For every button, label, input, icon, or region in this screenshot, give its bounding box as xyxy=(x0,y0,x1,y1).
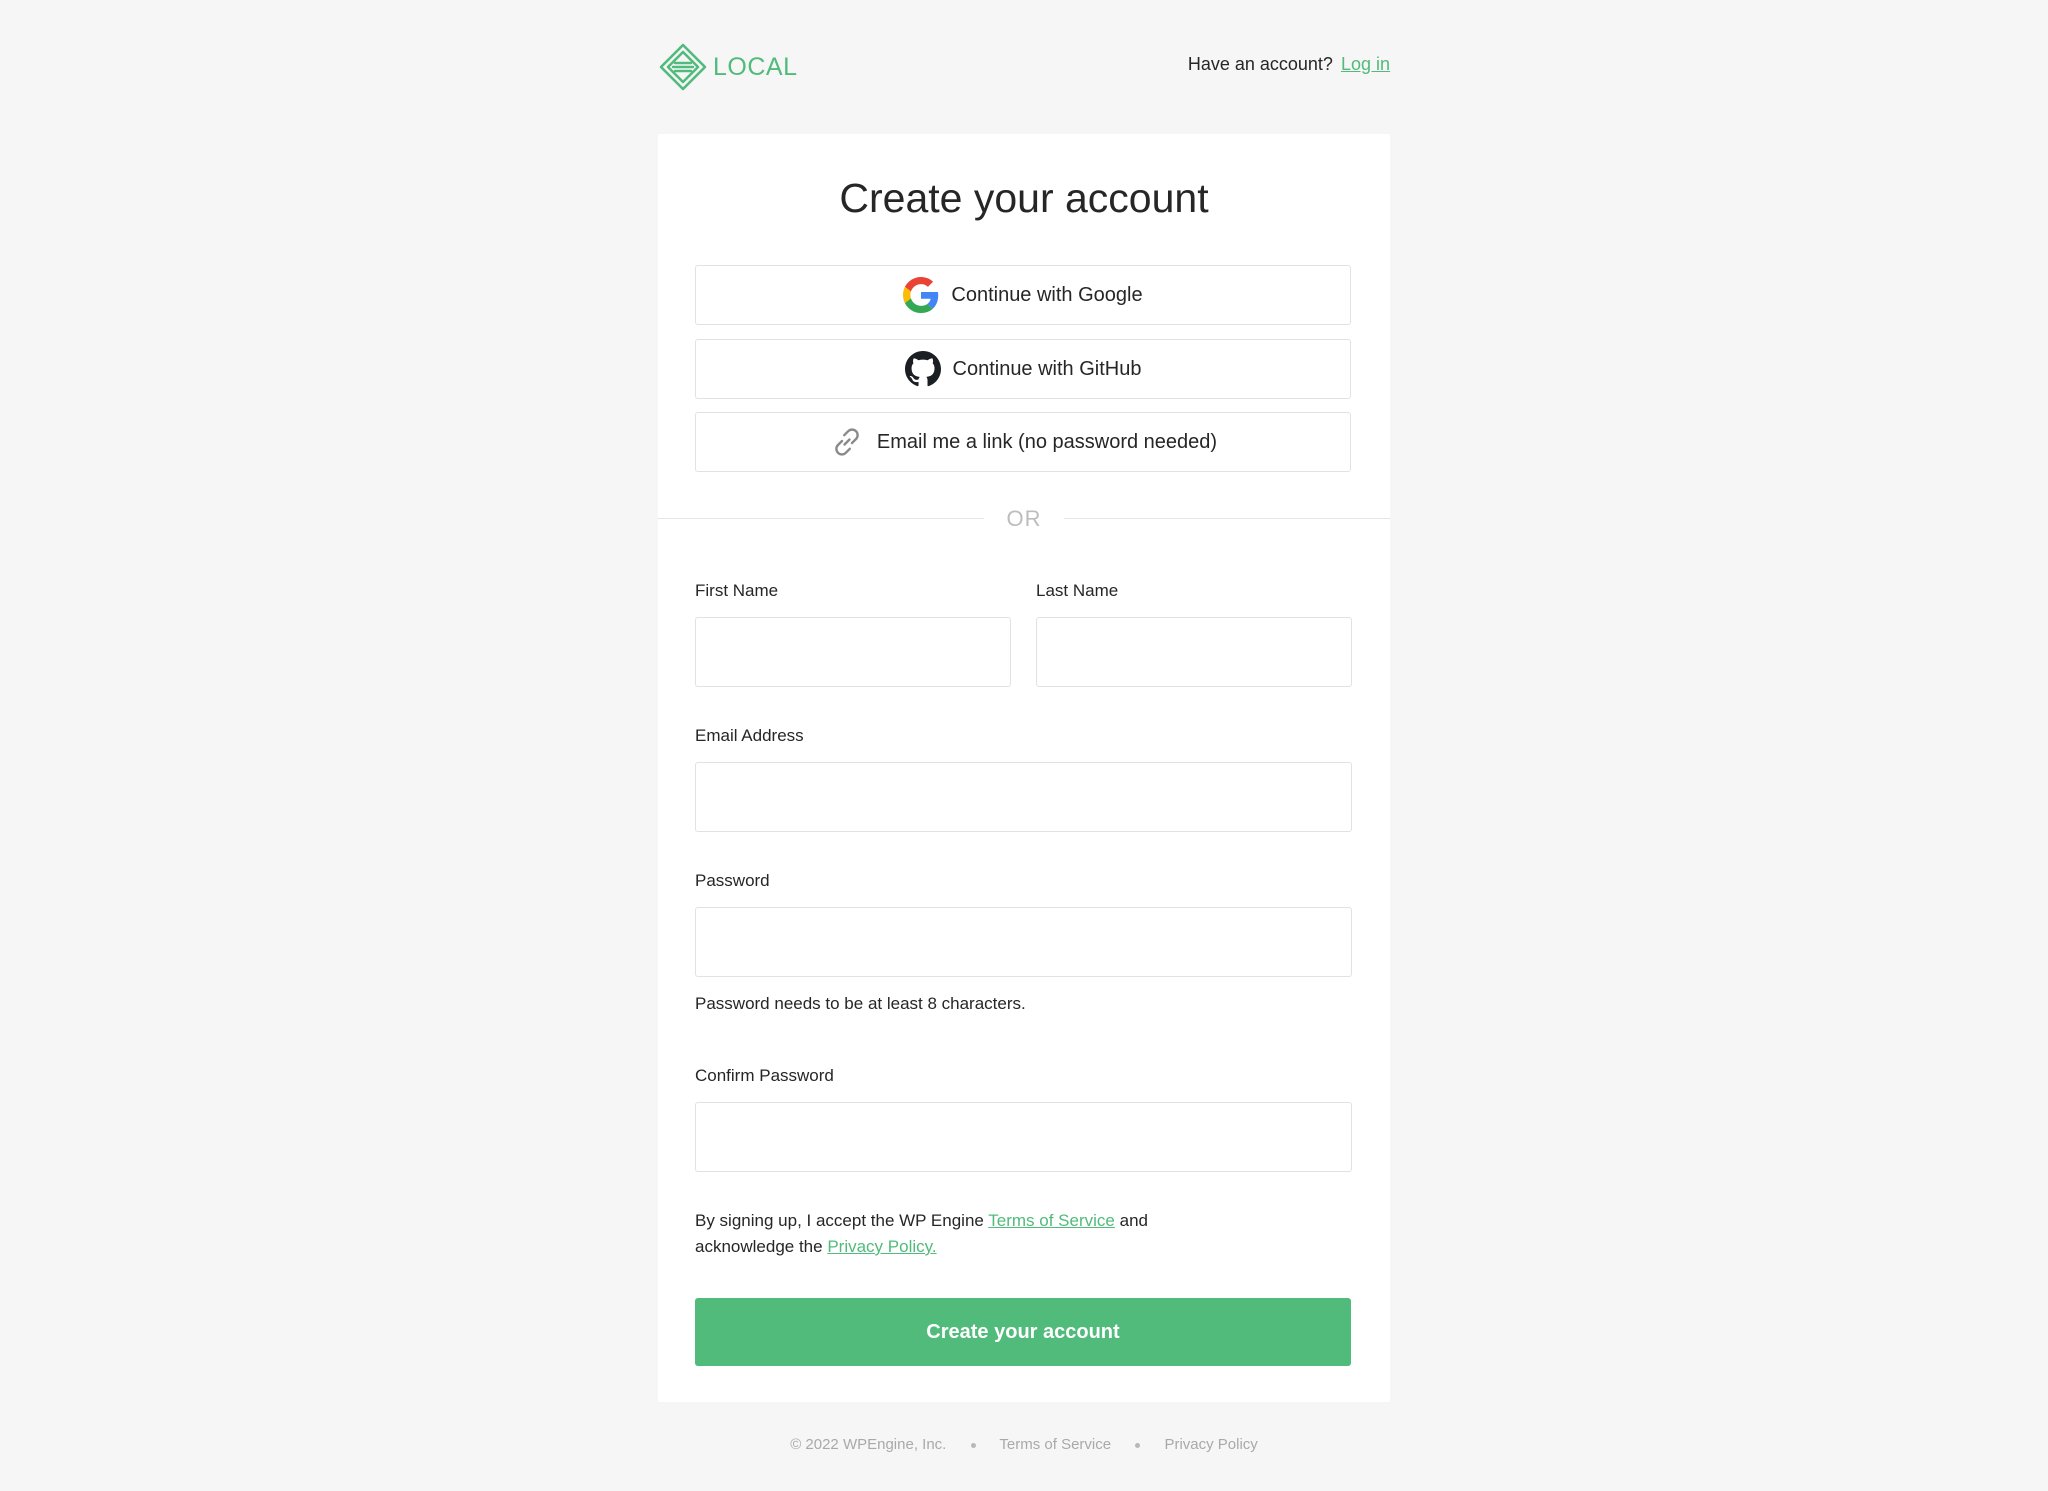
last-name-label: Last Name xyxy=(1036,581,1119,600)
email-magic-link-button[interactable]: Email me a link (no password needed) xyxy=(695,412,1351,472)
signup-card: Create your account Continue with Google… xyxy=(658,134,1390,1402)
google-icon xyxy=(903,277,939,313)
local-logo-icon xyxy=(659,43,707,91)
have-account-text: Have an account? xyxy=(1187,54,1333,74)
password-hint: Password needs to be at least 8 characte… xyxy=(695,994,1026,1013)
footer-privacy-link[interactable]: Privacy Policy xyxy=(1164,1436,1257,1453)
link-icon xyxy=(829,424,865,460)
last-name-field[interactable] xyxy=(1036,617,1352,687)
terms-of-service-link[interactable]: Terms of Service xyxy=(988,1211,1115,1230)
footer-terms-link[interactable]: Terms of Service xyxy=(999,1436,1111,1453)
first-name-field[interactable] xyxy=(695,617,1011,687)
login-prompt: Have an account? Log in xyxy=(1188,54,1390,75)
terms-prefix: By signing up, I accept the WP Engine xyxy=(695,1211,984,1230)
continue-with-github-button[interactable]: Continue with GitHub xyxy=(695,339,1351,399)
footer-copyright: © 2022 WPEngine, Inc. xyxy=(790,1436,947,1453)
google-button-label: Continue with Google xyxy=(951,283,1143,306)
github-icon xyxy=(904,351,941,387)
top-bar: LOCAL Have an account? Log in xyxy=(658,40,1390,94)
confirm-password-label: Confirm Password xyxy=(695,1066,834,1085)
password-label: Password xyxy=(695,871,770,890)
page-title: Create your account xyxy=(839,175,1209,221)
email-field[interactable] xyxy=(695,762,1352,832)
footer: © 2022 WPEngine, Inc. Terms of Service P… xyxy=(658,1436,1390,1453)
divider-line-right xyxy=(1064,518,1390,519)
privacy-policy-link[interactable]: Privacy Policy. xyxy=(827,1237,936,1256)
github-button-label: Continue with GitHub xyxy=(952,357,1142,380)
logo-text: LOCAL xyxy=(713,52,798,81)
password-field[interactable] xyxy=(695,907,1352,977)
login-link[interactable]: Log in xyxy=(1341,54,1390,74)
terms-text: By signing up, I accept the WP Engine Te… xyxy=(695,1208,1175,1260)
divider-text: OR xyxy=(1006,506,1042,531)
first-name-label: First Name xyxy=(695,581,779,600)
email-label: Email Address xyxy=(695,726,804,745)
footer-separator-dot xyxy=(970,1442,976,1448)
footer-separator-dot xyxy=(1135,1442,1141,1448)
continue-with-google-button[interactable]: Continue with Google xyxy=(695,265,1351,325)
local-logo[interactable]: LOCAL xyxy=(658,42,797,92)
confirm-password-field[interactable] xyxy=(695,1102,1352,1172)
email-link-button-label: Email me a link (no password needed) xyxy=(876,430,1218,453)
or-divider: OR xyxy=(658,503,1390,533)
create-account-button[interactable]: Create your account xyxy=(695,1298,1351,1366)
